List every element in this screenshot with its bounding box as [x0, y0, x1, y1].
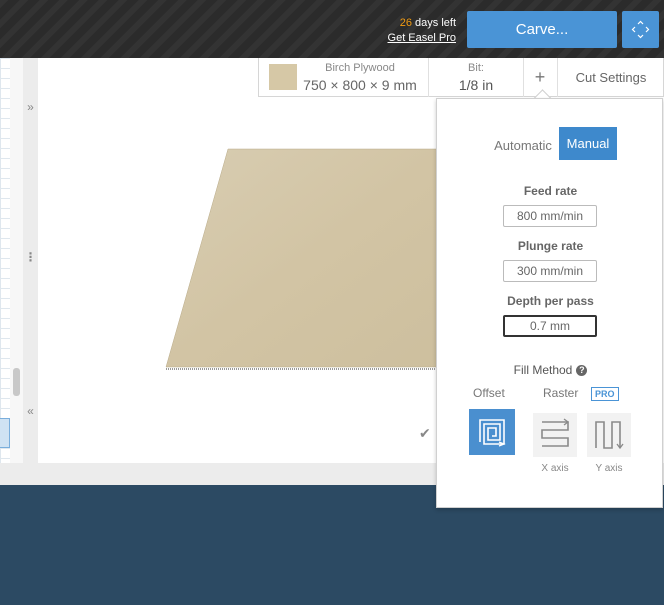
material-bar: Birch Plywood 750 × 800 × 9 mm Bit: 1/8 …: [258, 58, 664, 97]
mode-automatic-tab[interactable]: Automatic: [489, 131, 557, 161]
get-pro-link[interactable]: Get Easel Pro: [388, 31, 456, 46]
plunge-rate-label: Plunge rate: [517, 239, 584, 253]
scroll-track[interactable]: [10, 58, 23, 463]
expand-icon: [631, 20, 650, 39]
trial-days-count: 26: [399, 17, 412, 29]
feed-rate-label: Feed rate: [523, 184, 578, 198]
raster-y-axis-icon: [595, 421, 624, 450]
help-icon[interactable]: ?: [576, 365, 588, 377]
raster-x-axis-icon: [541, 418, 570, 447]
top-bar: 26 days left Get Easel Pro Carve...: [0, 0, 664, 58]
fill-method-title: Fill Method?: [437, 363, 664, 377]
plunge-rate-input[interactable]: [503, 260, 597, 282]
x-axis-label: X axis: [541, 463, 569, 474]
offset-fill-button[interactable]: [469, 409, 515, 455]
trial-days-text: days left: [415, 17, 456, 29]
pro-badge: PRO: [591, 387, 619, 401]
raster-y-axis-button[interactable]: [587, 413, 631, 457]
raster-x-axis-button[interactable]: [533, 413, 577, 457]
depth-per-pass-label: Depth per pass: [507, 294, 594, 308]
material-dimensions[interactable]: 750 × 800 × 9 mm: [301, 77, 419, 93]
offset-spiral-icon: [479, 419, 506, 447]
check-icon: ✔: [419, 425, 431, 441]
expand-arrows-icon[interactable]: »: [23, 100, 38, 114]
collapse-arrows-icon[interactable]: «: [23, 404, 38, 418]
design-grid[interactable]: [0, 58, 10, 463]
y-axis-label: Y axis: [595, 463, 623, 474]
fill-method-label: Fill Method: [513, 363, 573, 377]
expand-button[interactable]: [622, 11, 659, 48]
material-swatch[interactable]: [269, 64, 297, 90]
bit-value[interactable]: 1/8 in: [429, 77, 523, 93]
drag-handle-icon[interactable]: ⋮: [23, 250, 38, 264]
material-name[interactable]: Birch Plywood: [301, 62, 419, 74]
depth-per-pass-input[interactable]: [503, 315, 597, 337]
feed-rate-input[interactable]: [503, 205, 597, 227]
carve-button[interactable]: Carve...: [467, 11, 617, 48]
bit-label[interactable]: Bit:: [429, 62, 523, 74]
raster-label: Raster: [543, 386, 579, 400]
panel-toggle-strip[interactable]: » ⋮ «: [23, 58, 38, 463]
trial-notice: 26 days left Get Easel Pro: [388, 16, 456, 46]
material-preview: [165, 148, 450, 370]
mode-manual-tab[interactable]: Manual: [559, 127, 617, 160]
selected-shape[interactable]: [0, 418, 10, 448]
scrollbar-thumb[interactable]: [13, 368, 20, 396]
cut-settings-panel: Automatic Manual Feed rate Plunge rate D…: [436, 98, 663, 508]
cut-settings-button[interactable]: Cut Settings: [557, 58, 664, 97]
offset-label: Offset: [473, 386, 505, 400]
